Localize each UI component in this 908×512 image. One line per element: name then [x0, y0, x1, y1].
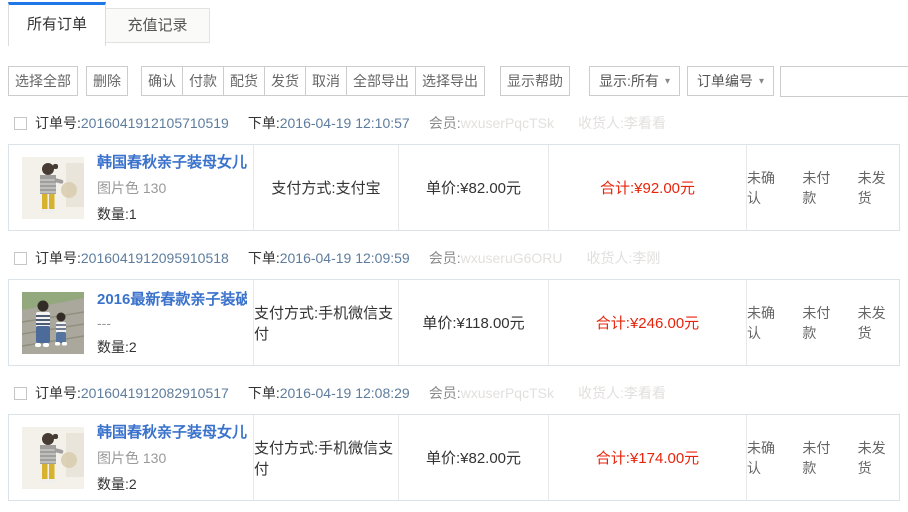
- status-cell: 未确认 未付款 未发货: [746, 280, 899, 365]
- order-number: 订单号:2016041912095910518: [35, 248, 229, 268]
- product-variant: 图片色 130: [97, 178, 247, 198]
- order-header: 订单号:2016041912095910518 下单:2016-04-19 12…: [0, 249, 908, 267]
- order-header: 订单号:2016041912105710519 下单:2016-04-19 12…: [0, 114, 908, 132]
- order-checkbox[interactable]: [14, 252, 27, 265]
- cancel-button[interactable]: 取消: [305, 66, 347, 96]
- product-cell: 韩国春秋亲子装母女儿童... 图片色 130 数量:1: [9, 145, 253, 230]
- order-placed-time: 下单:2016-04-19 12:08:29: [248, 383, 410, 403]
- allocate-button[interactable]: 配货: [223, 66, 265, 96]
- order-number-dropdown[interactable]: 订单编号 ▾: [687, 66, 774, 96]
- confirm-button[interactable]: 确认: [141, 66, 183, 96]
- tab-bar: 所有订单 充值记录: [0, 0, 908, 46]
- order-number-filter-label: 订单编号: [697, 71, 753, 91]
- order-action-group: 确认 付款 配货 发货 取消 全部导出 选择导出: [141, 66, 485, 96]
- order-placed-time: 下单:2016-04-19 12:09:59: [248, 248, 410, 268]
- product-info: 2016最新春款亲子装破... --- 数量:2: [97, 288, 247, 357]
- order-header: 订单号:2016041912082910517 下单:2016-04-19 12…: [0, 384, 908, 402]
- status-unshipped: 未发货: [858, 303, 899, 343]
- order-consignee: 收货人:李刚: [587, 248, 661, 268]
- product-title-link[interactable]: 韩国春秋亲子装母女儿...: [97, 421, 247, 442]
- order-total: 合计:¥174.00元: [548, 415, 746, 500]
- pay-button[interactable]: 付款: [182, 66, 224, 96]
- product-title-link[interactable]: 2016最新春款亲子装破...: [97, 288, 247, 309]
- tab-all-orders[interactable]: 所有订单: [8, 2, 106, 46]
- product-image[interactable]: [22, 427, 84, 489]
- unit-price: 单价:¥82.00元: [398, 415, 548, 500]
- order-row: 韩国春秋亲子装母女儿... 图片色 130 数量:2 支付方式:手机微信支付 单…: [8, 414, 900, 501]
- order-toolbar: 选择全部 删除 确认 付款 配货 发货 取消 全部导出 选择导出 显示帮助 显示…: [0, 66, 908, 96]
- order-member: 会员:wxuserPqcTSk: [429, 383, 554, 403]
- product-cell: 韩国春秋亲子装母女儿... 图片色 130 数量:2: [9, 415, 253, 500]
- order-row: 韩国春秋亲子装母女儿童... 图片色 130 数量:1 支付方式:支付宝 单价:…: [8, 144, 900, 231]
- product-quantity: 数量:2: [97, 474, 247, 494]
- order-row: 2016最新春款亲子装破... --- 数量:2 支付方式:手机微信支付 单价:…: [8, 279, 900, 366]
- product-variant: 图片色 130: [97, 448, 247, 468]
- order-number: 订单号:2016041912105710519: [35, 113, 229, 133]
- payment-method: 支付方式:支付宝: [253, 145, 398, 230]
- status-unconfirmed: 未确认: [747, 303, 788, 343]
- product-variant: ---: [97, 315, 247, 331]
- status-unconfirmed: 未确认: [747, 438, 788, 478]
- order-section: 订单号:2016041912105710519 下单:2016-04-19 12…: [0, 114, 908, 231]
- export-all-button[interactable]: 全部导出: [346, 66, 416, 96]
- order-number: 订单号:2016041912082910517: [35, 383, 229, 403]
- product-image[interactable]: [22, 157, 84, 219]
- status-unpaid: 未付款: [802, 168, 843, 208]
- product-cell: 2016最新春款亲子装破... --- 数量:2: [9, 280, 253, 365]
- chevron-down-icon: ▾: [665, 76, 670, 87]
- status-cell: 未确认 未付款 未发货: [746, 415, 899, 500]
- delete-button[interactable]: 删除: [86, 66, 128, 96]
- status-unshipped: 未发货: [858, 438, 899, 478]
- product-info: 韩国春秋亲子装母女儿童... 图片色 130 数量:1: [97, 151, 247, 224]
- status-unconfirmed: 未确认: [747, 168, 788, 208]
- show-help-button[interactable]: 显示帮助: [500, 66, 570, 96]
- order-consignee: 收货人:李看看: [578, 113, 666, 133]
- order-placed-time: 下单:2016-04-19 12:10:57: [248, 113, 410, 133]
- order-section: 订单号:2016041912095910518 下单:2016-04-19 12…: [0, 249, 908, 366]
- product-info: 韩国春秋亲子装母女儿... 图片色 130 数量:2: [97, 421, 247, 494]
- product-quantity: 数量:2: [97, 337, 247, 357]
- status-unshipped: 未发货: [858, 168, 899, 208]
- order-consignee: 收货人:李看看: [578, 383, 666, 403]
- payment-method: 支付方式:手机微信支付: [253, 280, 398, 365]
- chevron-down-icon: ▾: [759, 76, 764, 87]
- order-total: 合计:¥246.00元: [548, 280, 746, 365]
- order-search-input[interactable]: [780, 66, 908, 97]
- show-filter-dropdown[interactable]: 显示:所有 ▾: [589, 66, 680, 96]
- ship-button[interactable]: 发货: [264, 66, 306, 96]
- status-unpaid: 未付款: [802, 303, 843, 343]
- unit-price: 单价:¥118.00元: [398, 280, 548, 365]
- export-selected-button[interactable]: 选择导出: [415, 66, 485, 96]
- order-member: 会员:wxuserPqcTSk: [429, 113, 554, 133]
- product-title-link[interactable]: 韩国春秋亲子装母女儿童...: [97, 151, 247, 172]
- status-cell: 未确认 未付款 未发货: [746, 145, 899, 230]
- select-all-button[interactable]: 选择全部: [8, 66, 78, 96]
- order-checkbox[interactable]: [14, 387, 27, 400]
- product-quantity: 数量:1: [97, 204, 247, 224]
- order-section: 订单号:2016041912082910517 下单:2016-04-19 12…: [0, 384, 908, 501]
- unit-price: 单价:¥82.00元: [398, 145, 548, 230]
- order-total: 合计:¥92.00元: [548, 145, 746, 230]
- status-unpaid: 未付款: [802, 438, 843, 478]
- show-filter-label: 显示:所有: [599, 71, 659, 91]
- order-checkbox[interactable]: [14, 117, 27, 130]
- tab-recharge-records[interactable]: 充值记录: [106, 8, 210, 43]
- order-member: 会员:wxuseruG6ORU: [429, 248, 563, 268]
- product-image[interactable]: [22, 292, 84, 354]
- payment-method: 支付方式:手机微信支付: [253, 415, 398, 500]
